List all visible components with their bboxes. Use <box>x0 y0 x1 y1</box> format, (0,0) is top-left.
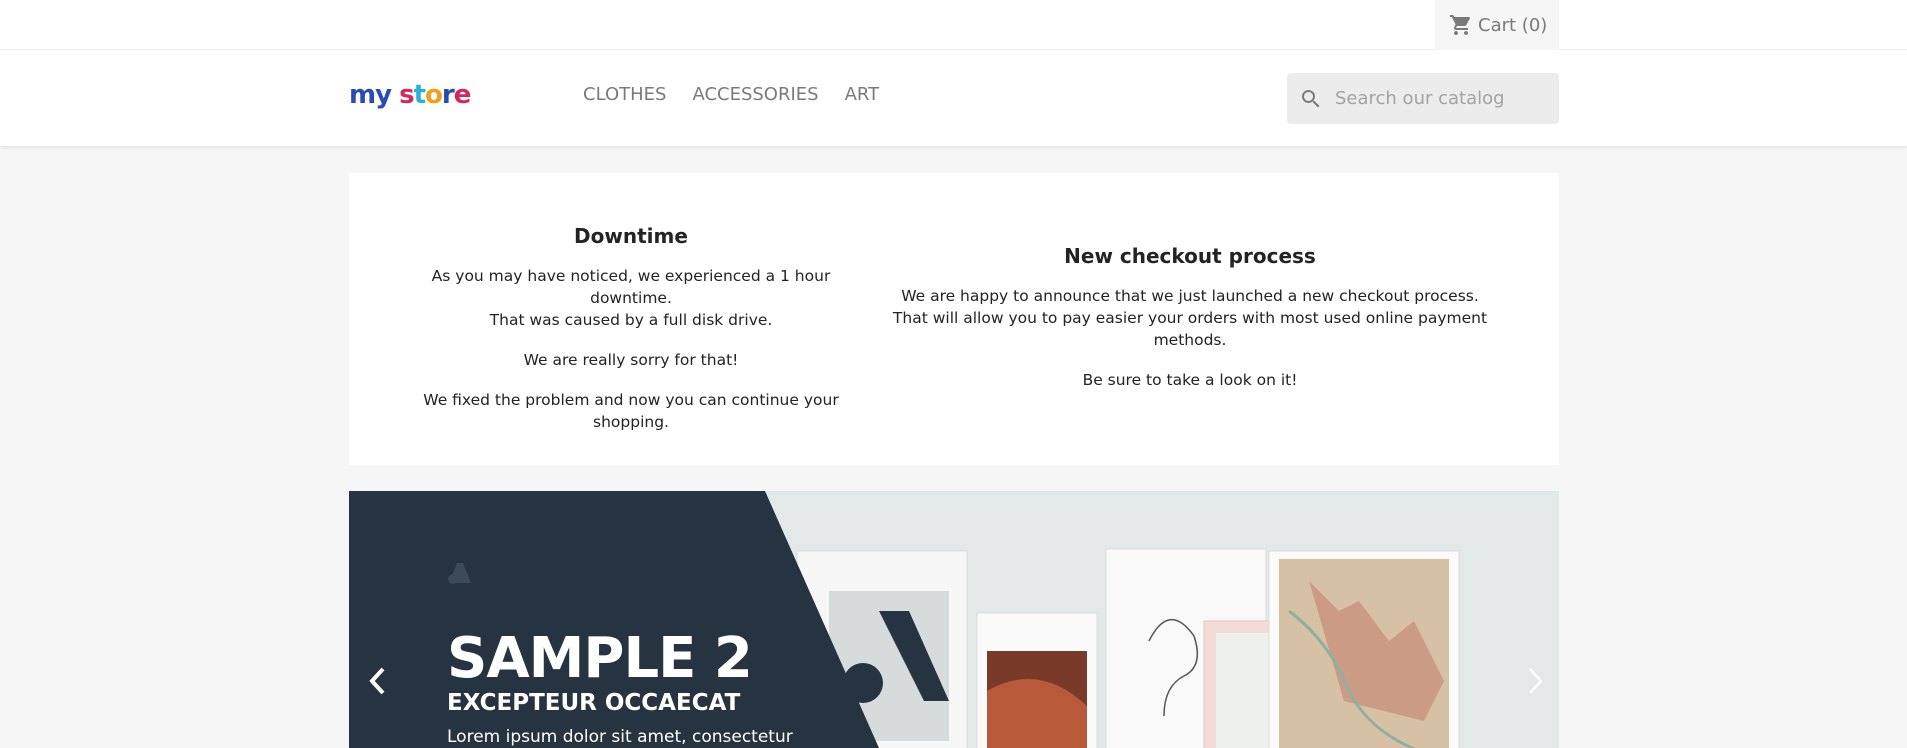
store-logo[interactable]: my store <box>349 80 471 110</box>
main-header: my store CLOTHES ACCESSORIES ART <box>0 50 1907 146</box>
nav-item-art[interactable]: ART <box>845 84 880 105</box>
slider-next-button[interactable] <box>1521 663 1551 699</box>
nav-item-clothes[interactable]: CLOTHES <box>583 84 666 105</box>
news-item-downtime: Downtime As you may have noticed, we exp… <box>399 225 863 451</box>
news-title: Downtime <box>574 224 688 248</box>
top-bar: Cart (0) <box>0 0 1907 50</box>
news-paragraph: We fixed the problem and now you can con… <box>423 391 839 431</box>
cart-count: (0) <box>1521 14 1548 36</box>
slide-title: SAMPLE 2 <box>447 626 753 691</box>
image-slider: SAMPLE 2 EXCEPTEUR OCCAECAT Lorem ipsum … <box>349 491 1559 748</box>
news-section: Downtime As you may have noticed, we exp… <box>349 173 1559 465</box>
slide-subtitle: EXCEPTEUR OCCAECAT <box>447 690 741 716</box>
main-nav: CLOTHES ACCESSORIES ART <box>583 84 879 105</box>
chevron-right-icon <box>1529 668 1543 694</box>
nav-item-accessories[interactable]: ACCESSORIES <box>692 84 818 105</box>
news-paragraph: As you may have noticed, we experienced … <box>431 267 831 329</box>
cart-label: Cart <box>1478 14 1517 36</box>
search-input[interactable] <box>1335 88 1555 109</box>
search-box <box>1287 73 1559 124</box>
chevron-left-icon <box>369 667 385 695</box>
news-paragraph: We are happy to announce that we just la… <box>892 287 1488 349</box>
cart-button[interactable]: Cart (0) <box>1435 0 1559 50</box>
search-icon[interactable] <box>1299 87 1323 111</box>
news-item-checkout: New checkout process We are happy to ann… <box>877 245 1503 409</box>
news-title: New checkout process <box>1064 244 1316 268</box>
news-paragraph: Be sure to take a look on it! <box>1082 371 1298 389</box>
shopping-cart-icon <box>1450 15 1471 35</box>
slider-prev-button[interactable] <box>362 663 392 699</box>
news-paragraph: We are really sorry for that! <box>523 351 739 369</box>
slide-text: Lorem ipsum dolor sit amet, consectetur <box>447 727 793 747</box>
